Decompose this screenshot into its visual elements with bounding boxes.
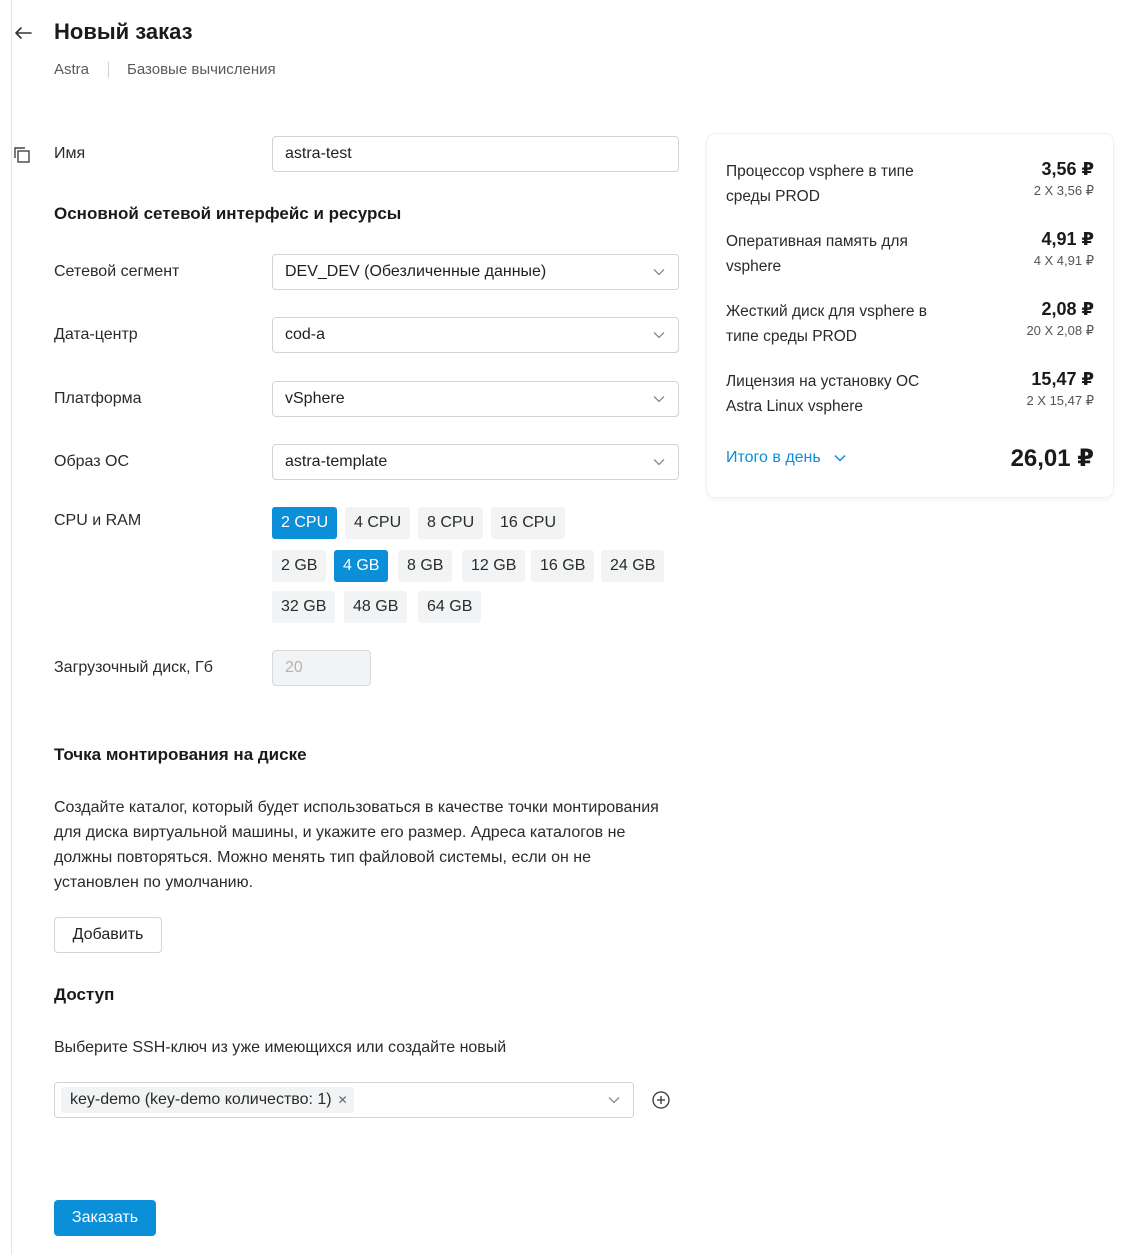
price-summary-panel: Процессор vsphere в типе среды PROD 3,56… — [707, 134, 1113, 497]
ssh-key-select[interactable]: key-demo (key-demo количество: 1) ✕ — [54, 1082, 634, 1118]
chevron-down-icon — [653, 396, 665, 403]
price-item-detail: 2 X 15,47 ₽ — [1026, 393, 1094, 408]
left-divider — [11, 0, 12, 1254]
network-section-title: Основной сетевой интерфейс и ресурсы — [54, 204, 402, 223]
ram-option-64[interactable]: 64 GB — [418, 591, 482, 623]
ram-option-48[interactable]: 48 GB — [344, 591, 408, 623]
ssh-key-tag-label: key-demo (key-demo количество: 1) — [70, 1091, 332, 1108]
price-item-value: 15,47 ₽ — [1031, 369, 1094, 389]
platform-label: Платформа — [54, 390, 142, 407]
platform-value: vSphere — [285, 390, 345, 407]
boot-disk-label: Загрузочный диск, Гб — [54, 659, 213, 676]
arrow-left-icon[interactable] — [12, 22, 34, 44]
name-label: Имя — [54, 145, 86, 162]
chevron-down-icon — [653, 269, 665, 276]
ram-option-32[interactable]: 32 GB — [272, 591, 336, 623]
plus-circle-icon[interactable] — [651, 1090, 671, 1110]
price-item-detail: 2 X 3,56 ₽ — [1033, 183, 1094, 198]
mount-section-title: Точка монтирования на диске — [54, 745, 307, 764]
price-item-detail: 4 X 4,91 ₽ — [1033, 253, 1094, 268]
chevron-down-icon — [653, 459, 665, 466]
datacenter-label: Дата-центр — [54, 326, 138, 343]
ram-option-16[interactable]: 16 GB — [531, 550, 595, 582]
os-value: astra-template — [285, 453, 388, 470]
os-select[interactable]: astra-template — [272, 444, 679, 480]
cpu-option-4[interactable]: 4 CPU — [345, 507, 411, 539]
segment-label: Сетевой сегмент — [54, 263, 180, 280]
datacenter-value: cod-a — [285, 326, 326, 343]
page-title: Новый заказ — [54, 19, 193, 44]
price-item-name: Оперативная память для vsphere — [726, 233, 908, 275]
ram-option-2[interactable]: 2 GB — [272, 550, 327, 582]
datacenter-select[interactable]: cod-a — [272, 317, 679, 353]
breadcrumb-item-astra[interactable]: Astra — [54, 61, 89, 78]
price-item-name: Лицензия на установку ОС Astra Linux vsp… — [726, 373, 920, 415]
add-mount-button[interactable]: Добавить — [54, 917, 162, 953]
price-item-value: 2,08 ₽ — [1041, 299, 1094, 319]
close-icon[interactable]: ✕ — [338, 1093, 348, 1107]
total-per-day-toggle[interactable]: Итого в день — [726, 449, 847, 467]
copy-icon[interactable] — [12, 145, 32, 165]
breadcrumb: Astra Базовые вычисления — [54, 61, 276, 78]
order-button[interactable]: Заказать — [54, 1200, 156, 1236]
price-item-detail: 20 X 2,08 ₽ — [1026, 323, 1094, 338]
chevron-down-icon — [608, 1097, 620, 1104]
price-item-value: 3,56 ₽ — [1041, 159, 1094, 179]
breadcrumb-separator — [108, 61, 110, 78]
ram-option-8[interactable]: 8 GB — [398, 550, 453, 582]
chevron-down-icon — [653, 332, 665, 339]
chevron-down-icon — [834, 454, 846, 462]
ram-option-12[interactable]: 12 GB — [462, 550, 526, 582]
boot-disk-input: 20 — [272, 650, 371, 686]
access-section-title: Доступ — [54, 985, 115, 1004]
cpu-option-16[interactable]: 16 CPU — [491, 507, 566, 539]
cpu-option-2[interactable]: 2 CPU — [272, 507, 338, 539]
ram-option-24[interactable]: 24 GB — [601, 550, 665, 582]
segment-value: DEV_DEV (Обезличенные данные) — [285, 263, 547, 280]
os-label: Образ ОС — [54, 453, 130, 470]
ssh-hint: Выберите SSH-ключ из уже имеющихся или с… — [54, 1039, 507, 1056]
mount-description: Создайте каталог, который будет использо… — [54, 799, 659, 891]
name-input[interactable]: astra-test — [272, 136, 679, 172]
cpu-ram-label: CPU и RAM — [54, 512, 142, 529]
total-label: Итого в день — [726, 449, 821, 466]
price-item-value: 4,91 ₽ — [1041, 229, 1094, 249]
platform-select[interactable]: vSphere — [272, 381, 679, 417]
breadcrumb-item-compute[interactable]: Базовые вычисления — [127, 61, 276, 78]
price-item-name: Процессор vsphere в типе среды PROD — [726, 163, 914, 205]
ram-option-4[interactable]: 4 GB — [334, 550, 389, 582]
price-item-name: Жесткий диск для vsphere в типе среды PR… — [726, 303, 928, 345]
total-value: 26,01 ₽ — [1010, 445, 1094, 472]
ssh-key-tag: key-demo (key-demo количество: 1) ✕ — [61, 1087, 354, 1113]
cpu-option-8[interactable]: 8 CPU — [418, 507, 484, 539]
segment-select[interactable]: DEV_DEV (Обезличенные данные) — [272, 254, 679, 290]
